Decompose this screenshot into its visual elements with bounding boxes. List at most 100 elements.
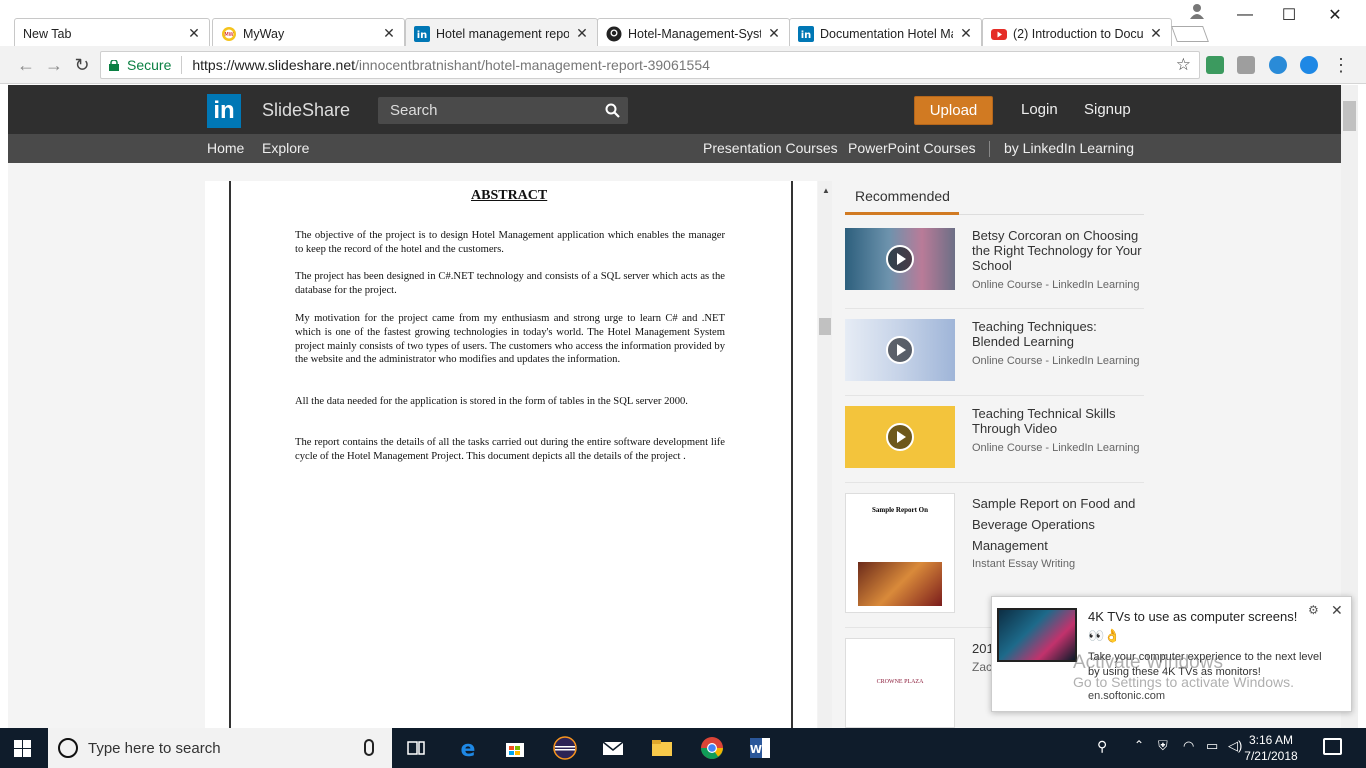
tab-youtube-documentation[interactable]: (2) Introduction to Documentation ✕ xyxy=(982,18,1172,48)
menu-kebab-icon[interactable]: ⋮ xyxy=(1331,55,1351,75)
extension-sheets-icon[interactable] xyxy=(1206,56,1224,74)
extension-shield-icon[interactable] xyxy=(1269,56,1287,74)
recommended-item[interactable]: Teaching Techniques: Blended Learning On… xyxy=(845,319,1144,396)
task-view-icon[interactable] xyxy=(403,735,429,761)
close-icon[interactable]: ✕ xyxy=(959,25,973,42)
store-icon[interactable] xyxy=(502,735,528,761)
search-icon[interactable] xyxy=(605,103,620,118)
video-thumbnail[interactable] xyxy=(845,319,955,381)
document-paragraph: The project has been designed in C#.NET … xyxy=(295,271,725,296)
extension-magnifier-icon[interactable] xyxy=(1300,56,1318,74)
play-icon[interactable] xyxy=(886,423,914,451)
thumbnail-caption: Sample Report On xyxy=(872,506,928,514)
close-icon[interactable]: ✕ xyxy=(575,25,589,42)
nav-explore[interactable]: Explore xyxy=(262,140,309,156)
system-clock[interactable]: 3:16 AM 7/21/2018 xyxy=(1229,732,1313,764)
login-link[interactable]: Login xyxy=(1021,101,1058,118)
taskbar-search-box[interactable]: Type here to search xyxy=(48,728,392,768)
file-explorer-icon[interactable] xyxy=(649,735,675,761)
tab-title: (2) Introduction to Documentation xyxy=(1013,26,1143,41)
active-tab-indicator xyxy=(845,212,959,215)
wifi-icon[interactable]: ◠ xyxy=(1183,738,1194,754)
tab-title: Documentation Hotel Management xyxy=(820,26,953,41)
eclipse-icon[interactable] xyxy=(552,735,578,761)
brand-name[interactable]: SlideShare xyxy=(262,100,350,121)
recommended-title[interactable]: Betsy Corcoran on Choosing the Right Tec… xyxy=(972,228,1144,273)
play-icon[interactable] xyxy=(886,245,914,273)
gear-icon[interactable]: ⚙ xyxy=(1308,603,1319,617)
nav-presentation-courses[interactable]: Presentation Courses xyxy=(703,140,838,156)
recommended-title[interactable]: Sample Report on Food and Beverage Opera… xyxy=(972,493,1144,556)
tab-hotel-management-report[interactable]: in Hotel management report ✕ xyxy=(405,18,598,48)
battery-icon[interactable]: ▭ xyxy=(1206,738,1218,754)
action-center-icon[interactable] xyxy=(1323,738,1342,755)
recommended-item[interactable]: Betsy Corcoran on Choosing the Right Tec… xyxy=(845,228,1144,309)
close-icon[interactable]: ✕ xyxy=(767,25,781,42)
recommended-title[interactable]: Teaching Techniques: Blended Learning xyxy=(972,319,1144,349)
document-thumbnail[interactable]: Sample Report On xyxy=(845,493,955,613)
maximize-icon[interactable]: ☐ xyxy=(1266,0,1312,30)
document-scroll-thumb[interactable] xyxy=(819,318,831,335)
extension-search-icon[interactable] xyxy=(1237,56,1255,74)
play-icon[interactable] xyxy=(886,336,914,364)
tab-documentation-hotel[interactable]: in Documentation Hotel Management ✕ xyxy=(789,18,982,48)
video-thumbnail[interactable] xyxy=(845,406,955,468)
tab-hotel-management-system[interactable]: Hotel-Management-System ✕ xyxy=(597,18,790,48)
back-arrow-icon[interactable]: ← xyxy=(16,55,36,75)
document-thumbnail[interactable]: CROWNE PLAZA xyxy=(845,638,955,728)
video-thumbnail[interactable] xyxy=(845,228,955,290)
defender-icon[interactable]: ⛨ xyxy=(1158,738,1168,754)
reload-icon[interactable]: ↻ xyxy=(72,55,92,75)
signup-link[interactable]: Signup xyxy=(1084,101,1131,118)
youtube-icon xyxy=(991,28,1007,40)
nav-powerpoint-courses[interactable]: PowerPoint Courses xyxy=(848,140,976,156)
close-icon[interactable]: ✕ xyxy=(1331,602,1343,619)
address-bar[interactable]: Secure https://www.slideshare.net/innoce… xyxy=(100,51,1200,79)
tab-title: Hotel-Management-System xyxy=(628,26,761,41)
tab-new-tab[interactable]: New Tab ✕ xyxy=(14,18,210,48)
tab-myway[interactable]: MW MyWay ✕ xyxy=(212,18,405,48)
word-icon[interactable]: W xyxy=(747,735,773,761)
bookmark-star-icon[interactable]: ☆ xyxy=(1176,55,1191,75)
tab-title: New Tab xyxy=(23,26,72,41)
microphone-icon[interactable] xyxy=(364,739,374,756)
nav-home[interactable]: Home xyxy=(207,140,244,156)
chrome-icon[interactable] xyxy=(699,735,725,761)
scroll-up-arrow-icon[interactable]: ▲ xyxy=(822,186,830,195)
tab-recommended[interactable]: Recommended xyxy=(855,188,950,204)
thumbnail-caption: CROWNE PLAZA xyxy=(876,679,924,685)
profile-icon[interactable] xyxy=(1188,2,1206,20)
new-tab-button[interactable] xyxy=(1171,26,1209,42)
document-paragraph: The report contains the details of all t… xyxy=(295,437,725,462)
divider xyxy=(181,56,183,74)
recommended-item[interactable]: Teaching Technical Skills Through Video … xyxy=(845,406,1144,483)
food-image xyxy=(858,562,942,606)
recommended-source: Online Course - LinkedIn Learning xyxy=(972,279,1140,291)
close-icon[interactable]: ✕ xyxy=(1149,25,1163,42)
chevron-up-icon[interactable]: ⌃ xyxy=(1134,738,1144,752)
people-icon[interactable]: ⚲ xyxy=(1097,738,1107,755)
windows-start-icon[interactable] xyxy=(14,740,31,757)
slideshare-header: in SlideShare Search Upload Login Signup xyxy=(8,85,1341,134)
edge-icon[interactable]: e xyxy=(455,735,481,761)
tab-title: Hotel management report xyxy=(436,26,569,41)
linkedin-logo[interactable]: in xyxy=(207,94,241,128)
close-window-icon[interactable]: ✕ xyxy=(1312,0,1358,30)
minimize-icon[interactable]: — xyxy=(1222,0,1268,30)
close-icon[interactable]: ✕ xyxy=(187,25,201,42)
page-scroll-thumb[interactable] xyxy=(1343,101,1356,131)
forward-arrow-icon[interactable]: → xyxy=(44,55,64,75)
recommended-source: Online Course - LinkedIn Learning xyxy=(972,442,1140,454)
notification-toast[interactable]: 4K TVs to use as computer screens! 👀👌 Ta… xyxy=(991,596,1352,712)
search-input[interactable]: Search xyxy=(378,97,628,124)
upload-button[interactable]: Upload xyxy=(914,96,993,125)
recommended-title[interactable]: Teaching Technical Skills Through Video xyxy=(972,406,1144,436)
document-scrollbar[interactable] xyxy=(818,181,832,728)
secure-indicator[interactable]: Secure xyxy=(101,57,171,73)
document-paragraph: The objective of the project is to desig… xyxy=(295,230,725,255)
close-icon[interactable]: ✕ xyxy=(382,25,396,42)
secure-label: Secure xyxy=(127,57,172,73)
clock-time: 3:16 AM xyxy=(1248,733,1294,747)
nav-by-linkedin-learning[interactable]: by LinkedIn Learning xyxy=(1004,140,1134,156)
mail-icon[interactable] xyxy=(600,735,626,761)
